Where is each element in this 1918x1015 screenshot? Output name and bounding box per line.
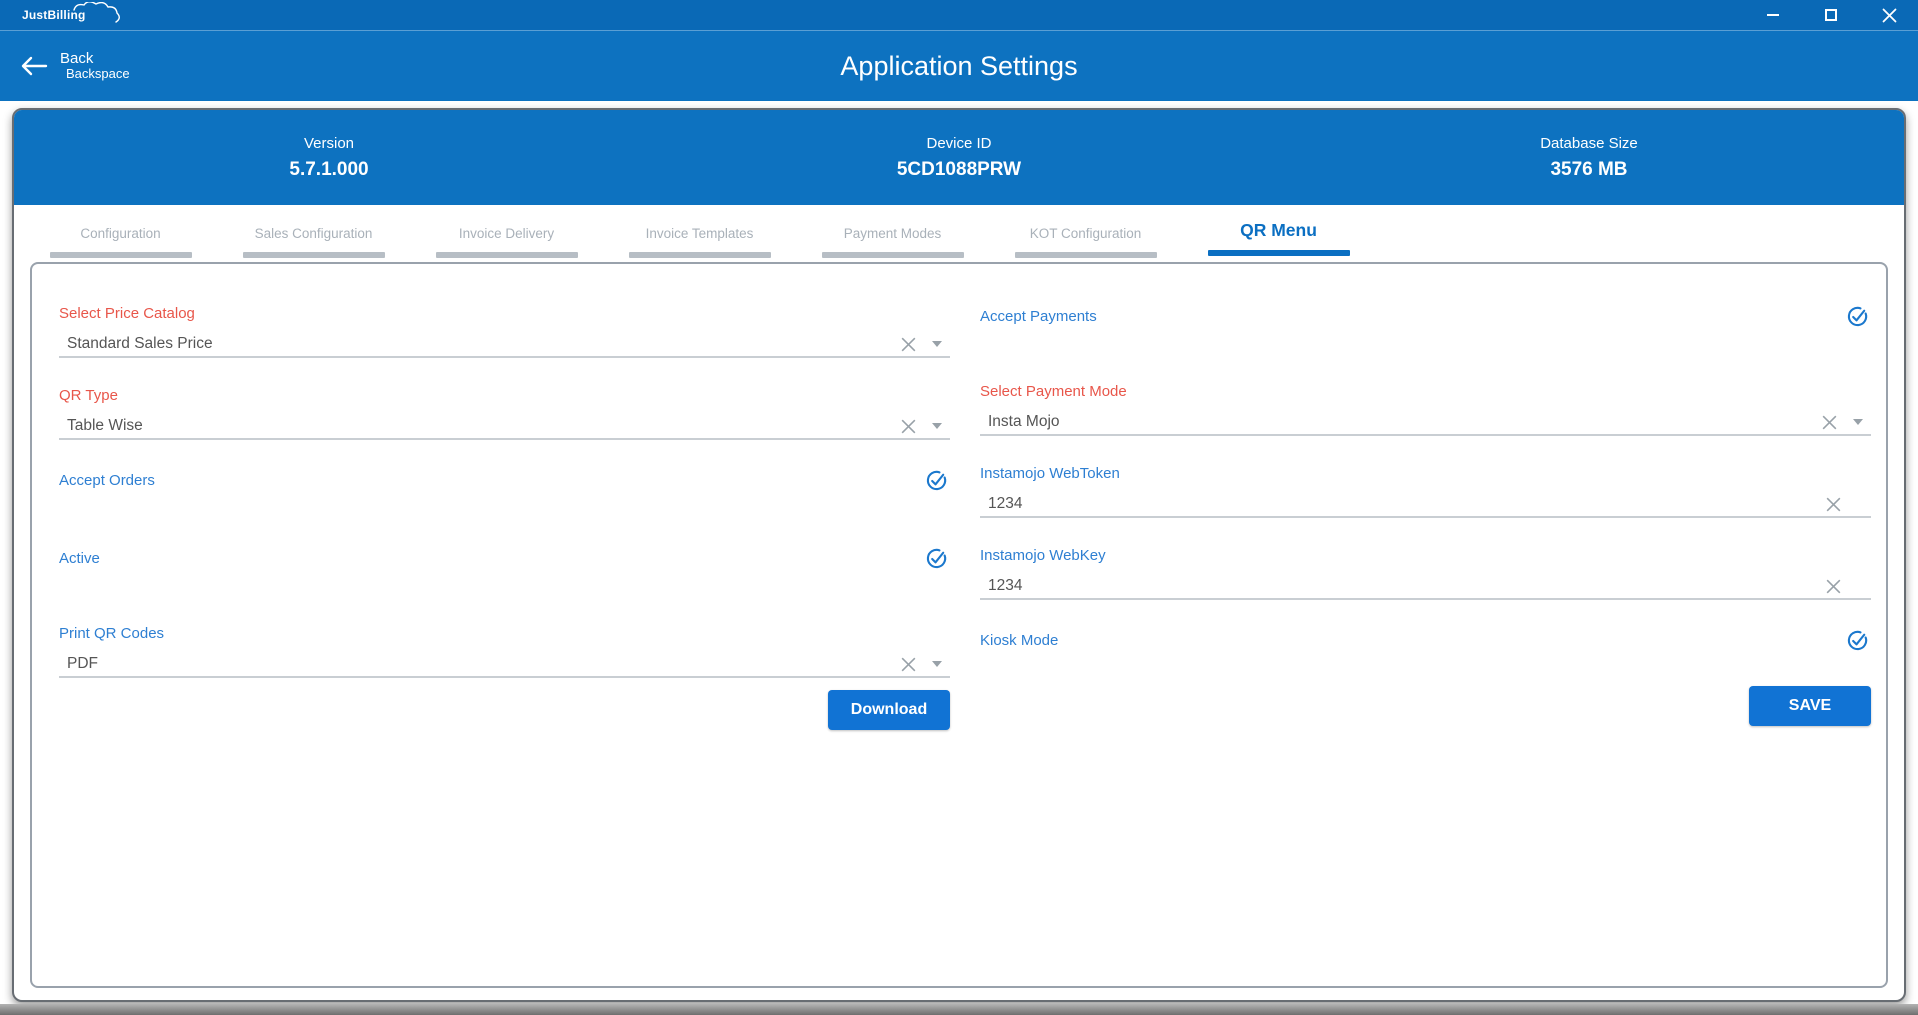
instamojo-webkey-value: 1234 — [988, 577, 1824, 595]
payment-mode-select[interactable]: Insta Mojo — [980, 410, 1871, 436]
tab-kot-configuration[interactable]: KOT Configuration — [989, 215, 1182, 258]
check-circle-icon[interactable] — [925, 547, 948, 570]
price-catalog-select[interactable]: Standard Sales Price — [59, 332, 950, 358]
instamojo-webtoken-label: Instamojo WebToken — [980, 464, 1871, 484]
check-circle-icon[interactable] — [1846, 629, 1869, 652]
save-button[interactable]: SAVE — [1749, 686, 1871, 726]
kiosk-mode-row: Kiosk Mode — [980, 628, 1871, 652]
tab-payment-modes[interactable]: Payment Modes — [796, 215, 989, 258]
accept-payments-row: Accept Payments — [980, 304, 1871, 328]
active-label: Active — [59, 550, 100, 567]
x-clear-icon[interactable] — [899, 655, 918, 674]
accept-orders-label: Accept Orders — [59, 472, 155, 489]
info-device-id: Device ID 5CD1088PRW — [644, 110, 1274, 205]
arrow-left-icon — [20, 55, 48, 77]
instamojo-webkey-field: Instamojo WebKey 1234 — [980, 546, 1871, 600]
print-qr-codes-field: Print QR Codes PDF — [59, 624, 950, 678]
instamojo-webkey-input[interactable]: 1234 — [980, 574, 1871, 600]
tab-invoice-delivery[interactable]: Invoice Delivery — [410, 215, 603, 258]
kiosk-mode-label: Kiosk Mode — [980, 632, 1058, 649]
info-value: 5CD1088PRW — [897, 159, 1021, 181]
x-clear-icon[interactable] — [1824, 495, 1843, 514]
window-bottom-edge — [0, 1004, 1918, 1015]
settings-card: Version 5.7.1.000 Device ID 5CD1088PRW D… — [12, 108, 1906, 1002]
price-catalog-value: Standard Sales Price — [67, 335, 899, 353]
info-value: 3576 MB — [1550, 159, 1627, 181]
instamojo-webtoken-field: Instamojo WebToken 1234 — [980, 464, 1871, 518]
maximize-button[interactable] — [1802, 0, 1860, 30]
app-name: JustBilling — [22, 8, 86, 22]
x-clear-icon[interactable] — [899, 335, 918, 354]
caret-down-icon[interactable] — [932, 661, 942, 667]
accept-payments-label: Accept Payments — [980, 308, 1097, 325]
active-row: Active — [59, 546, 950, 570]
info-value: 5.7.1.000 — [289, 159, 368, 181]
close-button[interactable] — [1860, 0, 1918, 30]
qr-type-value: Table Wise — [67, 417, 899, 435]
print-qr-codes-value: PDF — [67, 655, 899, 673]
caret-down-icon[interactable] — [932, 423, 942, 429]
price-catalog-field: Select Price Catalog Standard Sales Pric… — [59, 304, 950, 358]
check-circle-icon[interactable] — [925, 469, 948, 492]
price-catalog-label: Select Price Catalog — [59, 304, 950, 324]
print-qr-codes-select[interactable]: PDF — [59, 652, 950, 678]
x-clear-icon[interactable] — [899, 417, 918, 436]
tab-qr-menu[interactable]: QR Menu — [1182, 215, 1375, 256]
caret-down-icon[interactable] — [1853, 419, 1863, 425]
info-label: Version — [304, 135, 354, 152]
minimize-icon — [1767, 14, 1779, 16]
justbilling-logo: JustBilling — [22, 0, 86, 30]
qr-type-select[interactable]: Table Wise — [59, 414, 950, 440]
x-clear-icon[interactable] — [1820, 413, 1839, 432]
info-version: Version 5.7.1.000 — [14, 110, 644, 205]
payment-mode-value: Insta Mojo — [988, 413, 1820, 431]
print-qr-codes-label: Print QR Codes — [59, 624, 950, 644]
back-button[interactable]: Back Backspace — [20, 50, 130, 82]
tab-configuration[interactable]: Configuration — [24, 215, 217, 258]
page-title: Application Settings — [0, 51, 1918, 82]
accept-orders-row: Accept Orders — [59, 468, 950, 492]
back-label: Back — [60, 50, 130, 67]
download-button[interactable]: Download — [828, 690, 950, 730]
maximize-icon — [1825, 9, 1837, 21]
form-left-column: Select Price Catalog Standard Sales Pric… — [59, 304, 950, 986]
qr-type-field: QR Type Table Wise — [59, 386, 950, 440]
close-icon — [1882, 8, 1897, 23]
instamojo-webtoken-input[interactable]: 1234 — [980, 492, 1871, 518]
instamojo-webtoken-value: 1234 — [988, 495, 1824, 513]
payment-mode-field: Select Payment Mode Insta Mojo — [980, 382, 1871, 436]
check-circle-icon[interactable] — [1846, 305, 1869, 328]
payment-mode-label: Select Payment Mode — [980, 382, 1871, 402]
tab-invoice-templates[interactable]: Invoice Templates — [603, 215, 796, 258]
page-header: Back Backspace Application Settings — [0, 31, 1918, 101]
window-controls — [1744, 0, 1918, 30]
qr-menu-panel: Select Price Catalog Standard Sales Pric… — [30, 262, 1888, 988]
info-label: Device ID — [926, 135, 991, 152]
info-label: Database Size — [1540, 135, 1638, 152]
tab-sales-configuration[interactable]: Sales Configuration — [217, 215, 410, 258]
form-right-column: Accept Payments Select Payment Mode Inst… — [980, 304, 1871, 986]
caret-down-icon[interactable] — [932, 341, 942, 347]
settings-tabs: Configuration Sales Configuration Invoic… — [14, 205, 1904, 262]
back-shortcut-label: Backspace — [66, 67, 130, 82]
window-titlebar: JustBilling — [0, 0, 1918, 31]
instamojo-webkey-label: Instamojo WebKey — [980, 546, 1871, 566]
x-clear-icon[interactable] — [1824, 577, 1843, 596]
qr-type-label: QR Type — [59, 386, 950, 406]
info-database-size: Database Size 3576 MB — [1274, 110, 1904, 205]
minimize-button[interactable] — [1744, 0, 1802, 30]
info-bar: Version 5.7.1.000 Device ID 5CD1088PRW D… — [14, 110, 1904, 205]
